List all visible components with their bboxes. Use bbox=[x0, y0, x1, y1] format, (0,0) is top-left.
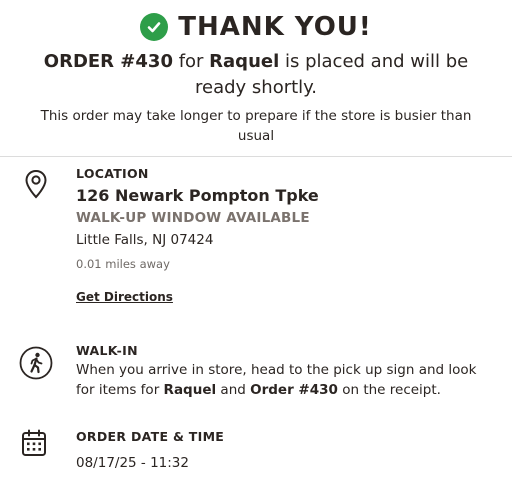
walking-person-icon bbox=[18, 345, 54, 381]
calendar-icon bbox=[20, 428, 48, 458]
divider bbox=[0, 156, 512, 157]
store-distance: 0.01 miles away bbox=[76, 257, 170, 271]
walk-in-customer-name: Raquel bbox=[163, 382, 217, 398]
order-date-value: 08/17/25 - 11:32 bbox=[76, 455, 189, 471]
order-date-label: ORDER DATE & TIME bbox=[76, 429, 225, 444]
get-directions-link[interactable]: Get Directions bbox=[76, 290, 173, 304]
thank-you-title: THANK YOU! bbox=[178, 12, 372, 42]
customer-name: Raquel bbox=[209, 51, 280, 72]
order-for-text: for bbox=[172, 51, 210, 72]
map-pin-icon bbox=[22, 168, 50, 200]
thank-you-row: THANK YOU! bbox=[0, 12, 512, 42]
store-city: Little Falls, NJ 07424 bbox=[76, 232, 214, 248]
confirmation-header: THANK YOU! ORDER #430 for Raquel is plac… bbox=[0, 0, 512, 156]
walk-up-badge: WALK-UP WINDOW AVAILABLE bbox=[76, 210, 310, 226]
walk-in-instructions: When you arrive in store, head to the pi… bbox=[76, 360, 496, 400]
walk-in-text-3: on the receipt. bbox=[337, 382, 441, 398]
order-status-text: ORDER #430 for Raquel is placed and will… bbox=[30, 49, 482, 101]
walk-in-order-number: Order #430 bbox=[250, 382, 338, 398]
busy-store-note: This order may take longer to prepare if… bbox=[40, 108, 472, 144]
check-circle-icon bbox=[140, 13, 169, 41]
location-label: LOCATION bbox=[76, 166, 149, 181]
order-number: ORDER #430 bbox=[43, 51, 173, 72]
walk-in-text-2: and bbox=[216, 382, 251, 398]
store-address: 126 Newark Pompton Tpke bbox=[76, 186, 319, 205]
walk-in-label: WALK-IN bbox=[76, 343, 138, 358]
